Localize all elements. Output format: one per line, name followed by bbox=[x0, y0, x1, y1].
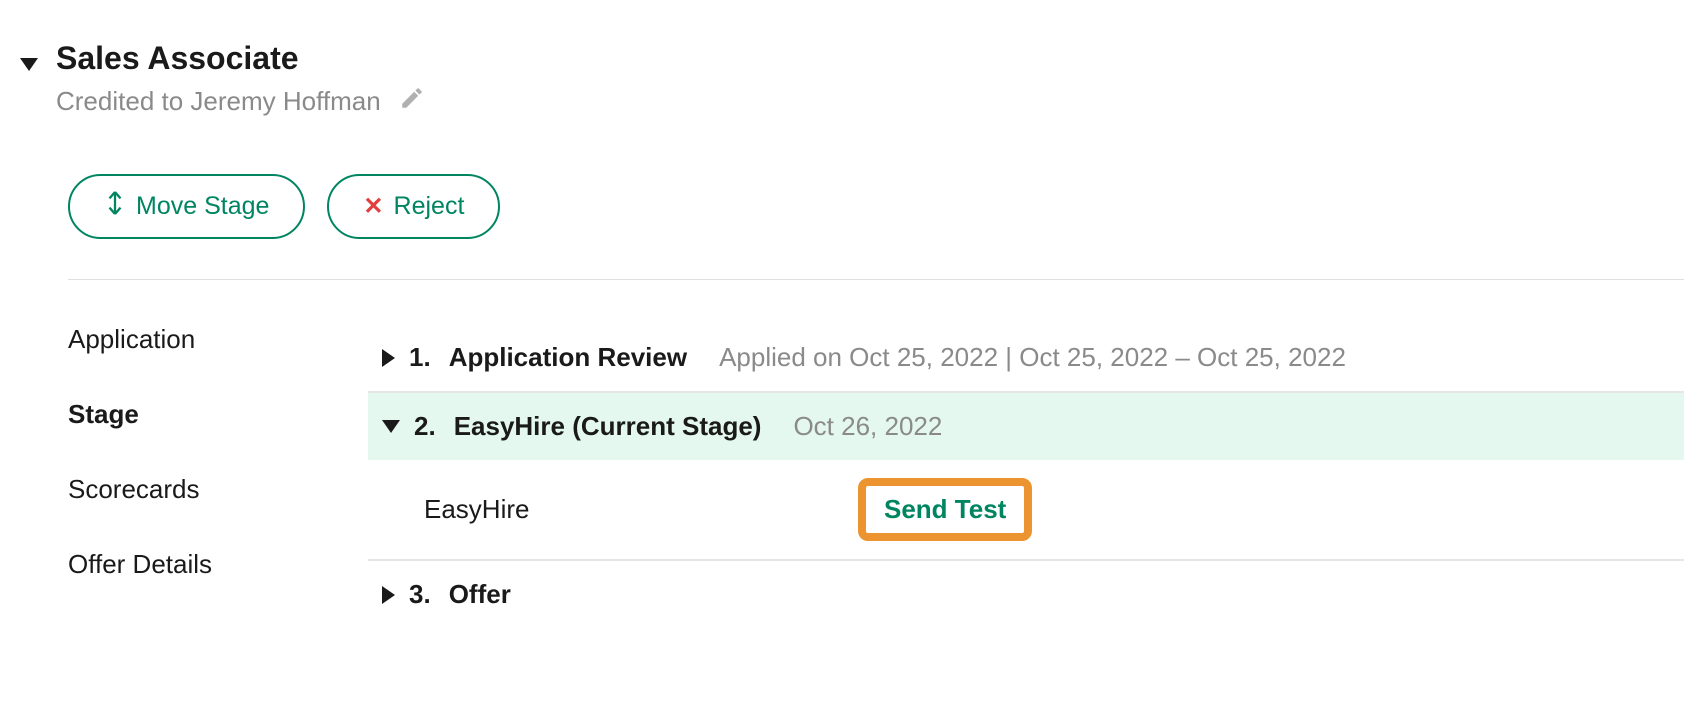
stage-row-easyhire[interactable]: 2. EasyHire (Current Stage) Oct 26, 2022 bbox=[368, 393, 1684, 460]
stage-row-offer[interactable]: 3. Offer bbox=[368, 561, 1684, 628]
stage-substage-easyhire: EasyHire Send Test bbox=[368, 460, 1684, 561]
reject-icon: ✕ bbox=[363, 192, 383, 221]
action-bar: Move Stage ✕ Reject bbox=[68, 174, 1684, 280]
credited-to: Credited to Jeremy Hoffman bbox=[56, 85, 1684, 118]
stage-number: 1. bbox=[409, 342, 431, 373]
pencil-icon[interactable] bbox=[399, 85, 425, 118]
caret-right-icon bbox=[382, 349, 395, 367]
caret-right-icon bbox=[382, 586, 395, 604]
nav-item-application[interactable]: Application bbox=[68, 324, 278, 355]
credited-to-text: Credited to Jeremy Hoffman bbox=[56, 86, 381, 117]
reject-label: Reject bbox=[394, 192, 465, 221]
stage-name: Offer bbox=[449, 579, 511, 610]
move-stage-label: Move Stage bbox=[136, 192, 269, 221]
collapse-caret[interactable] bbox=[20, 50, 38, 78]
job-title: Sales Associate bbox=[56, 40, 1684, 77]
stage-row-application-review[interactable]: 1. Application Review Applied on Oct 25,… bbox=[368, 324, 1684, 393]
caret-down-icon bbox=[382, 420, 400, 433]
stage-name: Application Review bbox=[449, 342, 687, 373]
stage-number: 2. bbox=[414, 411, 436, 442]
substage-label: EasyHire bbox=[424, 494, 844, 525]
send-test-link[interactable]: Send Test bbox=[884, 494, 1006, 524]
move-stage-button[interactable]: Move Stage bbox=[68, 174, 305, 239]
send-test-highlight: Send Test bbox=[858, 478, 1032, 541]
stage-meta: Oct 26, 2022 bbox=[793, 411, 942, 442]
reject-button[interactable]: ✕ Reject bbox=[327, 174, 500, 239]
stage-list: 1. Application Review Applied on Oct 25,… bbox=[368, 324, 1684, 628]
side-nav: Application Stage Scorecards Offer Detai… bbox=[68, 324, 278, 628]
caret-down-icon bbox=[20, 58, 38, 71]
nav-item-scorecards[interactable]: Scorecards bbox=[68, 474, 278, 505]
stage-name: EasyHire (Current Stage) bbox=[454, 411, 762, 442]
move-stage-icon bbox=[104, 190, 126, 223]
stage-meta: Applied on Oct 25, 2022 | Oct 25, 2022 –… bbox=[719, 342, 1346, 373]
stage-number: 3. bbox=[409, 579, 431, 610]
nav-item-offer-details[interactable]: Offer Details bbox=[68, 549, 278, 580]
nav-item-stage[interactable]: Stage bbox=[68, 399, 278, 430]
